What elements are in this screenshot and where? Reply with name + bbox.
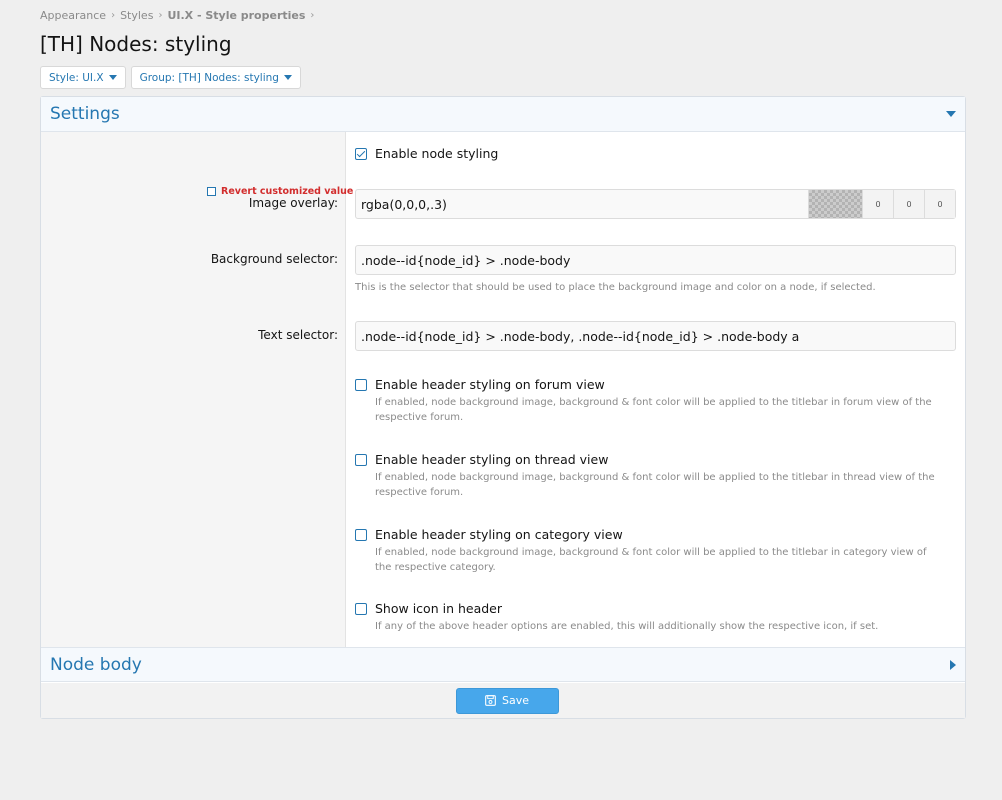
color-swatch[interactable] <box>808 190 862 218</box>
breadcrumb-styles[interactable]: Styles <box>120 9 153 22</box>
category-view-label: Enable header styling on category view <box>375 527 623 542</box>
chevron-right-icon: › <box>111 10 116 21</box>
revert-checkbox[interactable] <box>207 187 216 196</box>
filter-bar: Style: UI.X Group: [TH] Nodes: styling <box>40 66 301 89</box>
chevron-right-icon: › <box>158 10 163 21</box>
style-filter-button[interactable]: Style: UI.X <box>40 66 126 89</box>
category-view-checkbox[interactable] <box>355 529 367 541</box>
image-overlay-value: rgba(0,0,0,.3) <box>361 196 447 212</box>
thread-view-label: Enable header styling on thread view <box>375 452 609 467</box>
settings-header[interactable]: Settings <box>41 97 965 132</box>
blue-value[interactable]: 0 <box>924 190 955 218</box>
background-selector-value: .node--id{node_id} > .node-body <box>361 252 571 268</box>
forum-view-description: If enabled, node background image, backg… <box>375 397 932 423</box>
chevron-right-icon: › <box>310 10 315 21</box>
caret-down-icon <box>108 75 117 80</box>
node-body-title: Node body <box>50 654 142 675</box>
thread-view-description: If enabled, node background image, backg… <box>375 472 935 498</box>
enable-node-styling-checkbox[interactable] <box>355 148 367 160</box>
text-selector-value: .node--id{node_id} > .node-body, .node--… <box>361 328 800 344</box>
breadcrumb: Appearance › Styles › UI.X - Style prope… <box>40 9 319 22</box>
show-icon-label: Show icon in header <box>375 601 502 616</box>
image-overlay-label: Image overlay: <box>248 196 338 210</box>
forum-view-option[interactable]: Enable header styling on forum view If e… <box>355 377 945 425</box>
enable-node-styling-option[interactable]: Enable node styling <box>355 146 498 161</box>
node-body-header[interactable]: Node body <box>41 647 965 682</box>
settings-body: Revert customized value Enable node styl… <box>41 132 965 647</box>
group-filter-label: Group: [TH] Nodes: styling <box>139 71 279 84</box>
settings-title: Settings <box>50 104 120 124</box>
save-icon <box>485 695 496 706</box>
category-view-description: If enabled, node background image, backg… <box>375 547 927 573</box>
image-overlay-input[interactable]: rgba(0,0,0,.3) 0 0 0 <box>355 189 956 219</box>
background-selector-label: Background selector: <box>210 252 338 266</box>
group-filter-button[interactable]: Group: [TH] Nodes: styling <box>130 66 301 89</box>
breadcrumb-style-properties[interactable]: UI.X - Style properties <box>167 9 305 22</box>
caret-down-icon <box>283 75 292 80</box>
red-value[interactable]: 0 <box>862 190 893 218</box>
thread-view-option[interactable]: Enable header styling on thread view If … <box>355 452 945 500</box>
page-title: [TH] Nodes: styling <box>40 32 232 56</box>
background-selector-hint: This is the selector that should be used… <box>355 282 876 293</box>
background-selector-input[interactable]: .node--id{node_id} > .node-body <box>355 245 956 275</box>
save-button[interactable]: Save <box>455 687 559 714</box>
breadcrumb-appearance[interactable]: Appearance <box>40 9 106 22</box>
style-filter-label: Style: UI.X <box>49 71 104 84</box>
collapse-triangle-icon[interactable] <box>946 111 956 117</box>
thread-view-checkbox[interactable] <box>355 454 367 466</box>
save-label: Save <box>501 694 529 707</box>
expand-triangle-icon[interactable] <box>950 659 956 670</box>
forum-view-label: Enable header styling on forum view <box>375 377 605 392</box>
text-selector-label: Text selector: <box>258 328 338 342</box>
show-icon-description: If any of the above header options are e… <box>375 621 879 632</box>
text-selector-input[interactable]: .node--id{node_id} > .node-body, .node--… <box>355 321 956 351</box>
enable-node-styling-label: Enable node styling <box>375 146 499 161</box>
settings-panel: Settings Revert customized value Enable … <box>40 96 966 719</box>
form-footer: Save <box>41 683 965 718</box>
green-value[interactable]: 0 <box>893 190 924 218</box>
category-view-option[interactable]: Enable header styling on category view I… <box>355 527 945 575</box>
show-icon-checkbox[interactable] <box>355 603 367 615</box>
forum-view-checkbox[interactable] <box>355 379 367 391</box>
show-icon-option[interactable]: Show icon in header If any of the above … <box>355 601 945 634</box>
